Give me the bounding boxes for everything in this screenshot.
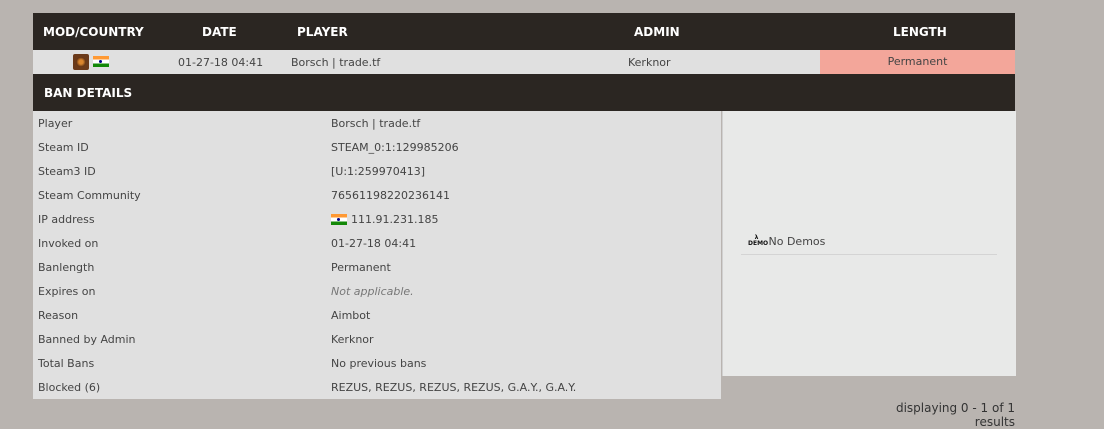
detail-key: Invoked on [38, 237, 99, 250]
ban-details-table: Player Borsch | trade.tf Steam ID STEAM_… [33, 111, 721, 399]
detail-row-invoked-on: Invoked on 01-27-18 04:41 [33, 231, 721, 255]
detail-key: Player [38, 117, 73, 130]
detail-value: No previous bans [331, 357, 427, 370]
demo-icon-text: DEMO [748, 240, 769, 247]
detail-row-steam-community: Steam Community 76561198220236141 [33, 183, 721, 207]
table-header: MOD/COUNTRY DATE PLAYER ADMIN LENGTH [33, 13, 1015, 50]
detail-key: Banlength [38, 261, 95, 274]
detail-key: IP address [38, 213, 95, 226]
demo-entry: λ DEMO No Demos [748, 235, 825, 249]
detail-row-banned-by-admin: Banned by Admin Kerknor [33, 327, 721, 351]
ban-player: Borsch | trade.tf [291, 56, 381, 69]
detail-key: Blocked (6) [38, 381, 101, 394]
detail-row-expires-on: Expires on Not applicable. [33, 279, 721, 303]
detail-row-banlength: Banlength Permanent [33, 255, 721, 279]
steam-community-link[interactable]: 76561198220236141 [331, 189, 450, 202]
detail-value: Kerknor [331, 333, 374, 346]
detail-value: Aimbot [331, 309, 371, 322]
detail-value: Permanent [331, 261, 391, 274]
detail-value: STEAM_0:1:129985206 [331, 141, 459, 154]
no-demos-label: No Demos [768, 235, 826, 248]
detail-value: Not applicable. [331, 285, 414, 298]
ban-details-title: BAN DETAILS [44, 86, 133, 100]
header-mod-country: MOD/COUNTRY [43, 25, 144, 39]
detail-row-reason: Reason Aimbot [33, 303, 721, 327]
detail-row-blocked: Blocked (6) REZUS, REZUS, REZUS, REZUS, … [33, 375, 721, 399]
detail-row-ip-address: IP address 111.91.231.185 [33, 207, 721, 231]
detail-key: Banned by Admin [38, 333, 136, 346]
detail-key: Reason [38, 309, 79, 322]
detail-key: Steam Community [38, 189, 141, 202]
detail-row-total-bans: Total Bans No previous bans [33, 351, 721, 375]
header-length: LENGTH [893, 25, 947, 39]
divider [741, 254, 997, 255]
header-date: DATE [202, 25, 237, 39]
results-count: displaying 0 - 1 of 1 results [895, 401, 1015, 429]
tf2-game-icon [73, 54, 89, 70]
detail-value: Borsch | trade.tf [331, 117, 421, 130]
header-admin: ADMIN [634, 25, 680, 39]
detail-value-ip: 111.91.231.185 [331, 213, 438, 226]
detail-value: REZUS, REZUS, REZUS, REZUS, G.A.Y., G.A.… [331, 381, 577, 394]
detail-key: Total Bans [38, 357, 95, 370]
ip-address-value: 111.91.231.185 [351, 213, 439, 226]
ban-admin: Kerknor [628, 56, 671, 69]
detail-value: 01-27-18 04:41 [331, 237, 417, 250]
ban-date: 01-27-18 04:41 [178, 56, 264, 69]
ban-row[interactable]: 01-27-18 04:41 Borsch | trade.tf Kerknor… [33, 50, 1015, 74]
ban-length-badge: Permanent [820, 50, 1015, 74]
detail-row-steam3-id: Steam3 ID [U:1:259970413] [33, 159, 721, 183]
india-flag-icon [93, 56, 109, 67]
detail-row-player: Player Borsch | trade.tf [33, 111, 721, 135]
demo-icon: λ DEMO [748, 234, 769, 247]
india-flag-icon [331, 213, 347, 225]
detail-key: Expires on [38, 285, 96, 298]
detail-row-steam-id: Steam ID STEAM_0:1:129985206 [33, 135, 721, 159]
ban-details-header: BAN DETAILS [33, 74, 1015, 111]
detail-key: Steam3 ID [38, 165, 96, 178]
detail-key: Steam ID [38, 141, 89, 154]
demo-panel: λ DEMO No Demos [722, 111, 1016, 376]
detail-value: [U:1:259970413] [331, 165, 426, 178]
header-player: PLAYER [297, 25, 348, 39]
